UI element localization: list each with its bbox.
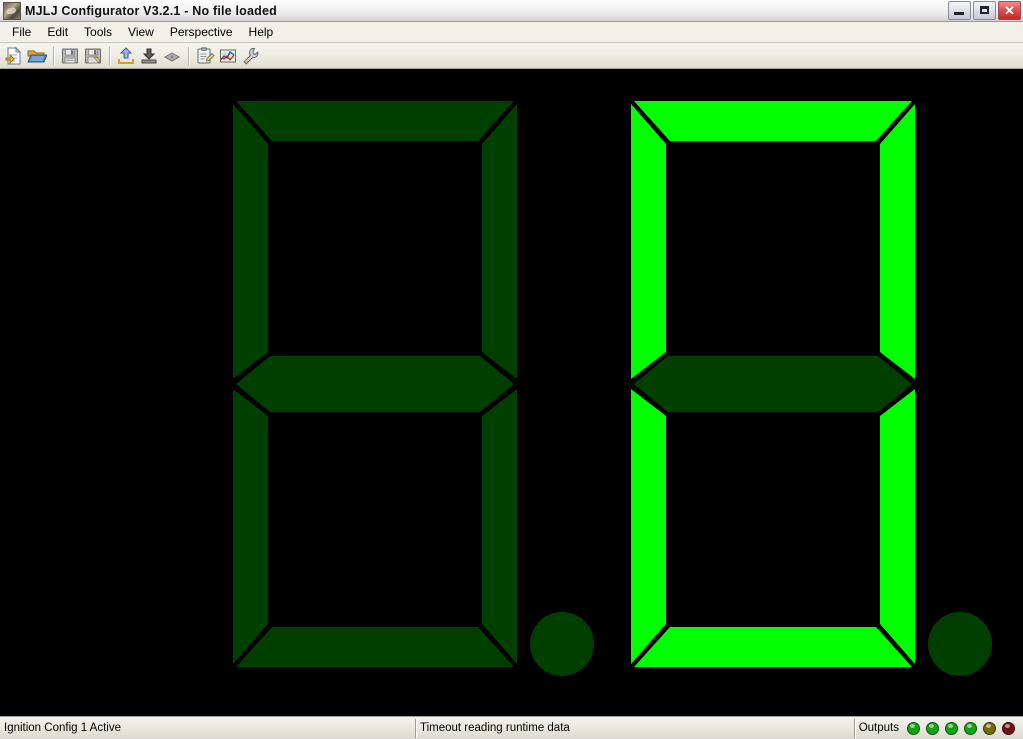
chart-icon (220, 49, 236, 62)
toolbar-separator-2 (109, 46, 111, 65)
digit-right-segment-b (880, 104, 915, 379)
minimize-icon (954, 12, 964, 15)
menu-item-tools[interactable]: Tools (76, 23, 120, 41)
digit-left-segment-a (236, 101, 514, 141)
digit-right-decimal-point (928, 612, 992, 676)
clipboard-edit-icon (197, 46, 215, 63)
status-ignition-config: Ignition Config 1 Active (4, 722, 121, 734)
toolbar-separator-1 (53, 46, 55, 65)
restore-icon (980, 6, 989, 14)
download-button[interactable] (138, 45, 160, 67)
output-led-5 (983, 721, 996, 735)
digit-left-segment-g (236, 356, 514, 412)
menu-item-perspective[interactable]: Perspective (162, 23, 241, 41)
menu-item-view[interactable]: View (120, 23, 162, 41)
digit-right-segment-a (634, 101, 912, 141)
output-led-2 (926, 721, 939, 735)
new-file-icon (5, 46, 22, 64)
output-led-3 (945, 721, 958, 735)
outputs-label: Outputs (858, 722, 899, 734)
wrench-icon (243, 47, 259, 65)
display-svg (0, 69, 1023, 716)
restore-button[interactable] (973, 1, 996, 20)
status-message: Timeout reading runtime data (415, 718, 854, 738)
save-as-button[interactable] (82, 45, 104, 67)
configuration-button[interactable] (194, 45, 216, 67)
save-icon (62, 48, 78, 63)
save-as-icon (85, 48, 101, 63)
save-button[interactable] (59, 45, 81, 67)
open-folder-icon (27, 50, 47, 62)
digit-left-segment-d (236, 627, 514, 667)
digit-right-segment-e (631, 389, 666, 664)
toolbar-separator-3 (188, 46, 190, 65)
output-led-6 (1002, 721, 1015, 735)
new-file-button[interactable] (3, 45, 25, 67)
digit-left-segment-c (482, 389, 517, 664)
toolbar (0, 43, 1023, 69)
digit-right-segment-g (634, 356, 912, 412)
digit-left-decimal-point (530, 612, 594, 676)
tools-button[interactable] (240, 45, 262, 67)
connect-button[interactable] (161, 45, 183, 67)
digit-right-segment-f (631, 104, 666, 379)
menu-item-help[interactable]: Help (241, 23, 282, 41)
digit-left-segment-e (233, 389, 268, 664)
window-controls: ✕ (948, 1, 1021, 20)
menu-bar: File Edit Tools View Perspective Help (0, 22, 1023, 43)
minimize-button[interactable] (948, 1, 971, 20)
open-folder-button[interactable] (26, 45, 48, 67)
output-led-1 (907, 721, 920, 735)
seven-segment-display-canvas (0, 69, 1023, 716)
connect-icon (163, 51, 181, 62)
close-icon: ✕ (1004, 3, 1015, 18)
status-bar: Ignition Config 1 Active Timeout reading… (0, 716, 1023, 739)
output-led-4 (964, 721, 977, 735)
menu-item-file[interactable]: File (4, 23, 39, 41)
window-title: MJLJ Configurator V3.2.1 - No file loade… (25, 3, 277, 18)
digit-right-segment-d (634, 627, 912, 667)
application-window: MJLJ Configurator V3.2.1 - No file loade… (0, 0, 1023, 739)
upload-icon (118, 46, 134, 64)
app-icon (3, 1, 21, 20)
digit-left-segment-f (233, 104, 268, 379)
close-button[interactable]: ✕ (998, 1, 1021, 20)
digit-right-segment-c (880, 389, 915, 664)
title-bar: MJLJ Configurator V3.2.1 - No file loade… (0, 0, 1023, 22)
download-icon (141, 48, 157, 63)
digit-left-segment-b (482, 104, 517, 379)
status-outputs-panel: Outputs (853, 718, 1023, 738)
menu-item-edit[interactable]: Edit (39, 23, 76, 41)
upload-button[interactable] (115, 45, 137, 67)
runtime-graph-button[interactable] (217, 45, 239, 67)
